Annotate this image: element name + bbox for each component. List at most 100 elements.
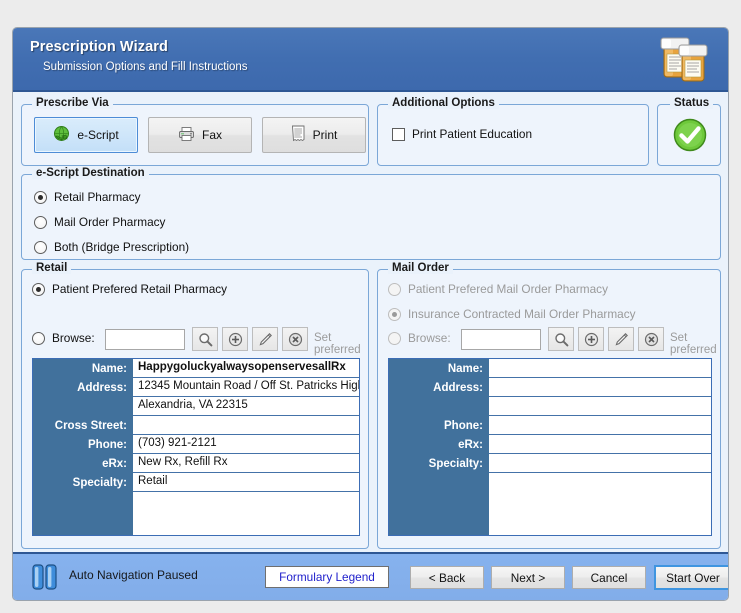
- mail-order-browse-radio[interactable]: [388, 331, 401, 345]
- mail-order-detail-labels: Name: Address: Phone: eRx: Specialty:: [389, 359, 489, 535]
- additional-options-group: Additional Options Print Patient Educati…: [377, 97, 649, 166]
- destination-retail-label: Retail Pharmacy: [54, 190, 141, 204]
- green-check-circle-icon: [673, 118, 707, 152]
- back-button[interactable]: < Back: [410, 566, 484, 589]
- print-patient-education-label: Print Patient Education: [412, 127, 533, 141]
- mail-order-label-name: Name:: [447, 363, 483, 375]
- status-legend: Status: [670, 97, 714, 109]
- mail-order-browse-label: Browse:: [408, 331, 451, 345]
- page-title: Prescription Wizard: [30, 39, 168, 55]
- retail-value-phone: (703) 921-2121: [133, 435, 359, 454]
- mail-order-detail-table: Name: Address: Phone: eRx: Specialty:: [388, 358, 712, 536]
- mail-order-add-circle-icon[interactable]: [578, 327, 604, 351]
- mail-order-insurance-label: Insurance Contracted Mail Order Pharmacy: [408, 307, 636, 321]
- mail-order-value-name: [489, 359, 711, 378]
- escript-button[interactable]: e-Script: [34, 117, 138, 153]
- mail-order-value-address1: [489, 378, 711, 397]
- destination-retail-radio[interactable]: [34, 190, 47, 204]
- retail-option-preferred[interactable]: Patient Prefered Retail Pharmacy: [32, 282, 227, 296]
- formulary-legend-button[interactable]: Formulary Legend: [265, 566, 389, 588]
- retail-detail-table: Name: Address: Cross Street: Phone: eRx:…: [32, 358, 360, 536]
- retail-browse-label: Browse:: [52, 331, 95, 345]
- prescribe-via-group: Prescribe Via e-Script Fax Print: [21, 97, 369, 166]
- retail-label-phone: Phone:: [88, 439, 127, 451]
- destination-option-mail-order[interactable]: Mail Order Pharmacy: [34, 215, 165, 229]
- retail-preferred-radio[interactable]: [32, 282, 45, 296]
- next-button[interactable]: Next >: [491, 566, 565, 589]
- retail-value-name: HappygoluckyalwaysopenservesallRx: [133, 359, 359, 378]
- retail-value-address2: Alexandria, VA 22315: [133, 397, 359, 416]
- retail-label-address: Address:: [77, 382, 127, 394]
- retail-detail-labels: Name: Address: Cross Street: Phone: eRx:…: [33, 359, 133, 535]
- desktop-background: Prescription Wizard Submission Options a…: [0, 0, 741, 613]
- mail-order-detail-fields: [489, 359, 711, 535]
- escript-destination-legend: e-Script Destination: [32, 167, 149, 179]
- destination-mail-order-radio[interactable]: [34, 215, 47, 229]
- print-button[interactable]: Print: [262, 117, 366, 153]
- mail-order-delete-circle-icon[interactable]: [638, 327, 664, 351]
- retail-label-erx: eRx:: [102, 458, 127, 470]
- mail-order-browse-input[interactable]: [461, 329, 541, 350]
- retail-search-icon[interactable]: [192, 327, 218, 351]
- destination-option-retail[interactable]: Retail Pharmacy: [34, 190, 141, 204]
- mail-order-set-preferred-label: Set preferred: [670, 332, 717, 356]
- mail-order-insurance-radio[interactable]: [388, 307, 401, 321]
- retail-browse-radio[interactable]: [32, 331, 45, 345]
- retail-label-specialty: Specialty:: [72, 477, 127, 489]
- fax-printer-icon: [178, 126, 195, 145]
- retail-value-specialty: Retail: [133, 473, 359, 492]
- cancel-button[interactable]: Cancel: [572, 566, 646, 589]
- retail-edit-pencil-icon[interactable]: [252, 327, 278, 351]
- window-titlebar: Prescription Wizard Submission Options a…: [13, 28, 728, 92]
- mail-order-label-erx: eRx:: [458, 439, 483, 451]
- mail-order-value-address2: [489, 397, 711, 416]
- destination-both-radio[interactable]: [34, 240, 47, 254]
- mail-order-edit-pencil-icon[interactable]: [608, 327, 634, 351]
- mail-order-group: Mail Order Patient Prefered Mail Order P…: [377, 262, 721, 549]
- status-group: Status: [657, 97, 721, 166]
- destination-mail-order-label: Mail Order Pharmacy: [54, 215, 166, 229]
- additional-options-legend: Additional Options: [388, 97, 499, 109]
- mail-order-option-browse[interactable]: Browse:: [388, 331, 451, 345]
- retail-set-preferred-label: Set preferred: [314, 332, 361, 356]
- retail-value-erx: New Rx, Refill Rx: [133, 454, 359, 473]
- retail-option-browse[interactable]: Browse:: [32, 331, 95, 345]
- start-over-button[interactable]: Start Over: [654, 565, 728, 590]
- prescription-wizard-window: Prescription Wizard Submission Options a…: [12, 27, 729, 601]
- retail-add-circle-icon[interactable]: [222, 327, 248, 351]
- destination-option-both[interactable]: Both (Bridge Prescription): [34, 240, 189, 254]
- mail-order-preferred-label: Patient Prefered Mail Order Pharmacy: [408, 282, 608, 296]
- document-print-icon: [291, 125, 306, 145]
- print-button-label: Print: [312, 128, 338, 142]
- mail-order-option-preferred[interactable]: Patient Prefered Mail Order Pharmacy: [388, 282, 608, 296]
- mail-order-value-phone: [489, 416, 711, 435]
- globe-refresh-icon: [53, 125, 70, 145]
- mail-order-value-specialty: [489, 454, 711, 473]
- mail-order-label-address: Address:: [433, 382, 483, 394]
- fax-button[interactable]: Fax: [148, 117, 252, 153]
- retail-detail-fields: HappygoluckyalwaysopenservesallRx 12345 …: [133, 359, 359, 535]
- print-patient-education-row[interactable]: Print Patient Education: [392, 127, 532, 141]
- retail-delete-circle-icon[interactable]: [282, 327, 308, 351]
- retail-label-cross-street: Cross Street:: [54, 420, 127, 432]
- mail-order-option-insurance[interactable]: Insurance Contracted Mail Order Pharmacy: [388, 307, 636, 321]
- page-subtitle: Submission Options and Fill Instructions: [43, 61, 248, 73]
- pill-bottles-icon: [652, 34, 714, 86]
- retail-value-cross-street: [133, 416, 359, 435]
- mail-order-value-erx: [489, 435, 711, 454]
- auto-navigation-status: Auto Navigation Paused: [69, 568, 198, 582]
- mail-order-search-icon[interactable]: [548, 327, 574, 351]
- escript-button-label: e-Script: [77, 128, 119, 142]
- fax-button-label: Fax: [201, 128, 222, 142]
- retail-browse-input[interactable]: [105, 329, 185, 350]
- mail-order-label-specialty: Specialty:: [428, 458, 483, 470]
- wizard-content: Prescribe Via e-Script Fax Print Additio…: [13, 92, 728, 552]
- mail-order-preferred-radio[interactable]: [388, 282, 401, 296]
- prescribe-via-legend: Prescribe Via: [32, 97, 113, 109]
- mail-order-label-phone: Phone:: [444, 420, 483, 432]
- escript-destination-group: e-Script Destination Retail Pharmacy Mai…: [21, 167, 721, 260]
- print-patient-education-checkbox[interactable]: [392, 127, 405, 141]
- destination-both-label: Both (Bridge Prescription): [54, 240, 190, 254]
- mail-order-legend: Mail Order: [388, 262, 453, 274]
- retail-group: Retail Patient Prefered Retail Pharmacy …: [21, 262, 369, 549]
